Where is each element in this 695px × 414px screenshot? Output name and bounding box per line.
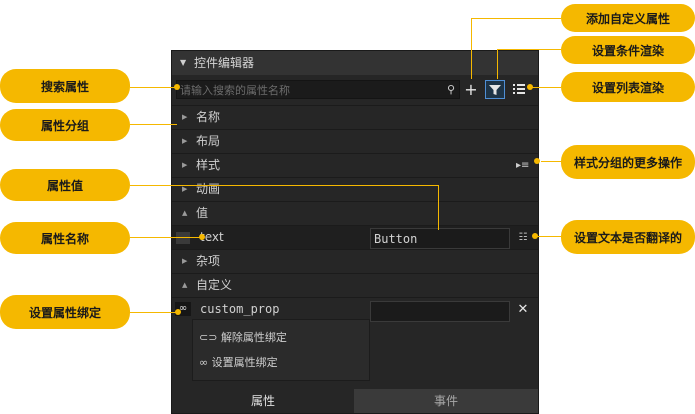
more-actions-icon[interactable]: ▸≡ bbox=[516, 154, 529, 177]
connector-line bbox=[130, 312, 178, 313]
bottom-tabs: 属性 事件 bbox=[172, 389, 538, 413]
callout-more-actions: 样式分组的更多操作 bbox=[561, 145, 695, 179]
group-label: 杂项 bbox=[196, 254, 221, 268]
group-row-name[interactable]: ▶ 名称 bbox=[172, 105, 538, 129]
connector-dot bbox=[532, 233, 538, 239]
filter-icon bbox=[489, 85, 501, 95]
callout-property-group: 属性分组 bbox=[0, 109, 130, 141]
connector-line bbox=[497, 49, 498, 79]
connector-dot bbox=[175, 309, 181, 315]
group-row-layout[interactable]: ▶ 布局 bbox=[172, 129, 538, 153]
expand-arrow-icon: ▶ bbox=[182, 137, 188, 145]
menu-item-label: 设置属性绑定 bbox=[211, 356, 278, 369]
group-label: 动画 bbox=[196, 182, 221, 196]
group-row-animation[interactable]: ▶ 动画 bbox=[172, 177, 538, 201]
tab-events[interactable]: 事件 bbox=[354, 389, 538, 413]
group-label: 样式 bbox=[196, 158, 221, 172]
collapse-triangle-icon[interactable]: ▼ bbox=[180, 51, 186, 75]
collapse-arrow-icon: ▲ bbox=[182, 209, 188, 217]
property-name: custom_prop bbox=[200, 302, 280, 316]
menu-item-bind[interactable]: ∞ 设置属性绑定 bbox=[199, 353, 278, 373]
unlink-icon: ⊂⊃ bbox=[199, 331, 221, 344]
list-icon bbox=[513, 84, 525, 94]
translate-icon[interactable]: ☷ bbox=[516, 231, 530, 245]
menu-item-label: 解除属性绑定 bbox=[220, 331, 287, 344]
connector-line bbox=[535, 236, 561, 237]
connector-line bbox=[130, 237, 202, 238]
condition-render-button[interactable] bbox=[485, 80, 505, 99]
group-label: 自定义 bbox=[196, 278, 233, 292]
connector-dot bbox=[199, 234, 205, 240]
list-render-button[interactable] bbox=[509, 80, 529, 99]
connector-line bbox=[130, 87, 177, 88]
expand-arrow-icon: ▶ bbox=[182, 113, 188, 121]
callout-translate: 设置文本是否翻译的 bbox=[561, 220, 695, 254]
menu-item-unbind[interactable]: ⊂⊃ 解除属性绑定 bbox=[199, 328, 287, 348]
group-label: 布局 bbox=[196, 134, 221, 148]
delete-icon[interactable]: ✕ bbox=[516, 303, 530, 317]
callout-add-custom: 添加自定义属性 bbox=[561, 4, 695, 32]
connector-line bbox=[471, 18, 472, 79]
connector-dot bbox=[534, 158, 540, 164]
group-row-misc[interactable]: ▶ 杂项 bbox=[172, 249, 538, 273]
connector-line bbox=[530, 87, 561, 88]
panel-header[interactable]: ▼ 控件编辑器 bbox=[172, 51, 538, 75]
connector-line bbox=[130, 185, 439, 186]
connector-line bbox=[541, 161, 561, 162]
group-label: 值 bbox=[196, 206, 209, 220]
tab-properties[interactable]: 属性 bbox=[172, 389, 354, 413]
expand-arrow-icon: ▶ bbox=[182, 161, 188, 169]
callout-search-property: 搜索属性 bbox=[0, 69, 130, 103]
callout-property-value: 属性值 bbox=[0, 169, 130, 201]
expand-arrow-icon: ▶ bbox=[182, 185, 188, 193]
collapse-arrow-icon: ▲ bbox=[182, 281, 188, 289]
binding-icon[interactable] bbox=[176, 232, 190, 244]
connector-line bbox=[130, 124, 177, 125]
connector-line bbox=[497, 49, 561, 50]
plus-icon: + bbox=[464, 80, 478, 99]
link-icon: ∞ bbox=[199, 356, 212, 369]
panel-title: 控件编辑器 bbox=[194, 56, 255, 70]
expand-arrow-icon: ▶ bbox=[182, 257, 188, 265]
binding-popup-menu: ⊂⊃ 解除属性绑定 ∞ 设置属性绑定 bbox=[192, 319, 370, 381]
connector-dot bbox=[527, 84, 533, 90]
group-label: 名称 bbox=[196, 110, 221, 124]
callout-list-render: 设置列表渲染 bbox=[561, 72, 695, 102]
callout-property-binding: 设置属性绑定 bbox=[0, 295, 130, 329]
callout-property-name: 属性名称 bbox=[0, 222, 130, 254]
callout-condition-render: 设置条件渲染 bbox=[561, 36, 695, 64]
group-row-style[interactable]: ▶ 样式 ▸≡ bbox=[172, 153, 538, 177]
search-input[interactable]: 请输入搜索的属性名称 bbox=[176, 80, 460, 99]
add-custom-property-button[interactable]: + bbox=[461, 80, 481, 99]
property-value-input[interactable]: Button bbox=[370, 228, 510, 249]
search-icon[interactable]: ⚲ bbox=[444, 82, 458, 98]
connector-line bbox=[471, 18, 561, 19]
group-row-value[interactable]: ▲ 值 bbox=[172, 201, 538, 225]
custom-property-value-input[interactable] bbox=[370, 301, 510, 322]
control-editor-panel: ▼ 控件编辑器 请输入搜索的属性名称 ⚲ + ▶ 名称 ▶ 布局 ▶ 样式 ▸≡… bbox=[171, 50, 539, 414]
connector-line bbox=[438, 185, 439, 230]
connector-dot bbox=[174, 84, 180, 90]
group-row-custom[interactable]: ▲ 自定义 bbox=[172, 273, 538, 297]
